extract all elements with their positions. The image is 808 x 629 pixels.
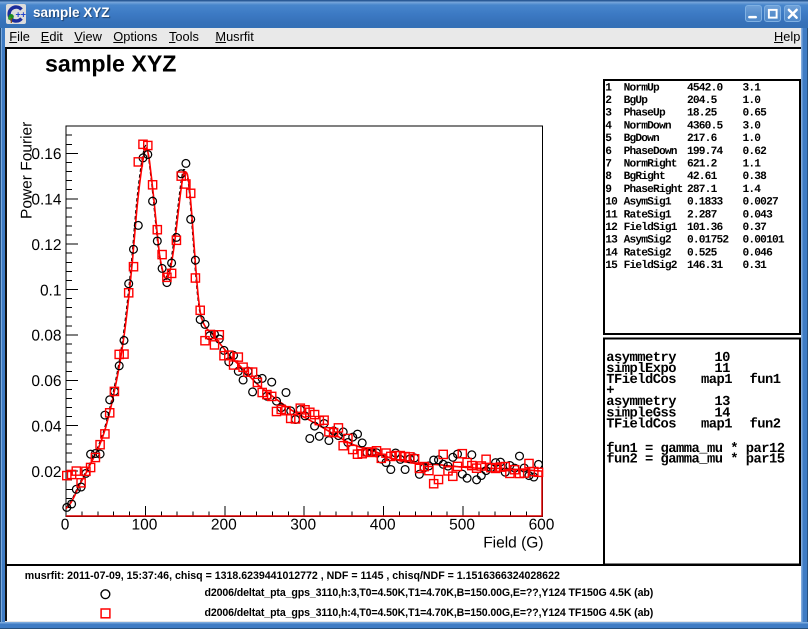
svg-text:4542.0: 4542.0 [687,82,723,94]
svg-text:0.31: 0.31 [743,260,768,272]
svg-text:map1: map1 [701,373,732,388]
svg-text:0.16: 0.16 [31,146,61,163]
svg-text:3.0: 3.0 [743,120,762,132]
svg-text:2.287: 2.287 [687,209,717,221]
svg-text:200: 200 [211,517,237,534]
svg-text:4360.5: 4360.5 [687,120,723,132]
svg-text:1.4: 1.4 [743,184,762,196]
svg-text:199.74: 199.74 [687,146,723,158]
svg-text:AsymSig1: AsymSig1 [624,196,672,209]
svg-text:PhaseDown: PhaseDown [624,145,678,158]
svg-text:0.04: 0.04 [31,419,62,436]
svg-text:fun2 = gamma_mu * par15: fun2 = gamma_mu * par15 [606,452,784,468]
svg-text:1.1: 1.1 [743,159,762,171]
svg-text:14: 14 [605,247,618,259]
svg-text:0: 0 [61,517,70,534]
svg-text:400: 400 [370,517,396,534]
svg-text:RateSig2: RateSig2 [624,246,672,259]
svg-text:300: 300 [290,517,316,534]
svg-text:11: 11 [605,209,618,221]
svg-text:42.61: 42.61 [687,171,718,183]
svg-text:0.62: 0.62 [743,146,768,158]
svg-text:0.08: 0.08 [31,328,61,345]
svg-text:0.06: 0.06 [31,373,61,390]
svg-text:600: 600 [529,517,555,534]
svg-text:146.31: 146.31 [687,260,723,272]
svg-text:0.37: 0.37 [743,222,767,234]
svg-text:0.01752: 0.01752 [687,235,729,247]
svg-text:++: ++ [16,10,27,20]
svg-text:fun1: fun1 [750,372,781,388]
svg-text:PhaseUp: PhaseUp [624,107,666,120]
svg-text:0.02: 0.02 [31,464,61,481]
svg-text:100: 100 [131,517,157,534]
svg-text:101.36: 101.36 [687,222,723,234]
svg-text:621.2: 621.2 [687,159,718,171]
svg-text:sample XYZ: sample XYZ [45,51,176,77]
svg-text:BgUp: BgUp [624,95,649,107]
svg-text:0.046: 0.046 [743,247,774,259]
svg-text:map1: map1 [701,417,732,432]
svg-text:15: 15 [605,260,618,272]
svg-text:13: 13 [605,235,618,247]
svg-text:10: 10 [605,197,618,209]
svg-text:TFieldCos: TFieldCos [606,373,676,388]
svg-text:0.38: 0.38 [743,171,768,183]
svg-text:NormUp: NormUp [624,82,660,94]
svg-text:TFieldCos: TFieldCos [606,417,676,432]
svg-text:0.043: 0.043 [743,209,774,221]
svg-text:FieldSig1: FieldSig1 [624,221,678,234]
svg-text:0.1: 0.1 [40,282,62,299]
svg-text:1.0: 1.0 [743,133,762,145]
svg-text:fun2: fun2 [750,416,781,432]
svg-text:0.00101: 0.00101 [743,235,785,247]
svg-text:0.1833: 0.1833 [687,197,723,209]
svg-text:0.525: 0.525 [687,247,718,259]
svg-text:204.5: 204.5 [687,95,718,107]
svg-text:0.0027: 0.0027 [743,197,778,209]
svg-text:BgRight: BgRight [624,170,665,183]
svg-text:18.25: 18.25 [687,108,718,120]
svg-text:12: 12 [605,222,618,234]
svg-text:Field (G): Field (G) [483,535,543,552]
svg-text:7: 7 [605,159,611,171]
svg-text:NormRight: NormRight [624,158,677,171]
svg-text:287.1: 287.1 [687,184,718,196]
svg-text:Power Fourier: Power Fourier [19,122,36,219]
svg-text:1.0: 1.0 [743,95,762,107]
svg-text:0.65: 0.65 [743,108,768,120]
svg-text:BgDown: BgDown [624,133,660,145]
svg-text:0.12: 0.12 [31,237,61,254]
svg-text:AsymSig2: AsymSig2 [624,234,672,247]
svg-text:217.6: 217.6 [687,133,718,145]
svg-text:500: 500 [449,517,475,534]
svg-text:0.14: 0.14 [31,192,62,209]
svg-text:3.1: 3.1 [743,82,762,94]
svg-text:PhaseRight: PhaseRight [624,183,683,196]
svg-text:NormDown: NormDown [624,120,672,132]
svg-text:RateSig1: RateSig1 [624,208,672,221]
svg-text:FieldSig2: FieldSig2 [624,259,678,272]
